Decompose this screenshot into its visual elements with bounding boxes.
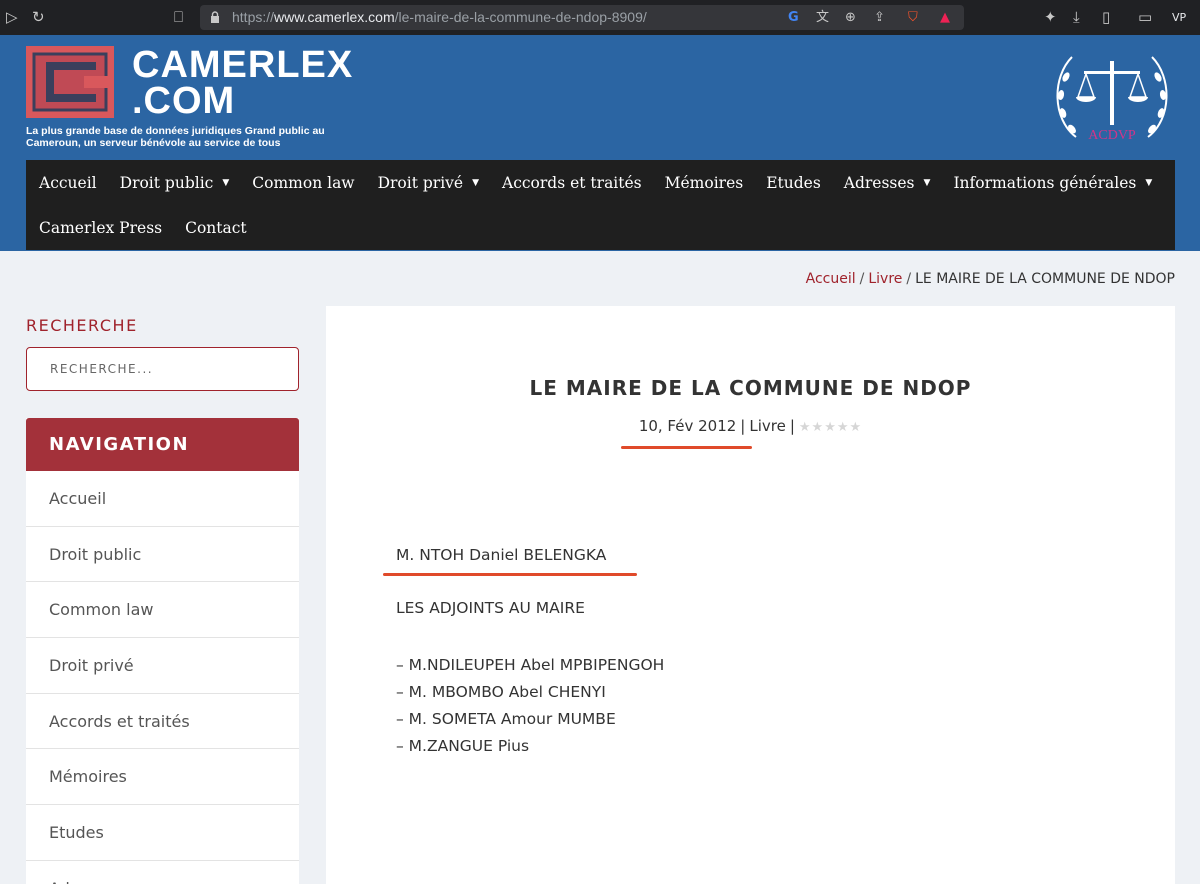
nav-row-2: Camerlex Press Contact xyxy=(26,205,257,250)
caret-down-icon[interactable]: ▼ xyxy=(924,178,931,188)
rating-stars[interactable]: ★★★★★ xyxy=(799,420,862,435)
deputies-heading: LES ADJOINTS AU MAIRE xyxy=(396,599,585,617)
search-input[interactable] xyxy=(26,347,299,391)
star-icon[interactable]: ★ xyxy=(850,420,863,435)
caret-down-icon[interactable]: ▼ xyxy=(1145,178,1152,188)
article-meta: 10, Fév 2012 | Livre | ★★★★★ xyxy=(638,417,863,435)
deputies-list: – M.NDILEUPEH Abel MPBIPENGOH – M. MBOMBO… xyxy=(396,652,664,760)
bookmark-icon[interactable]: ⎕ xyxy=(174,0,183,35)
sidebar-icon[interactable]: ▯ xyxy=(1102,0,1110,35)
annotation-underline-date xyxy=(621,446,752,449)
wallet-icon[interactable]: ▭ xyxy=(1138,0,1152,35)
mayor-name: M. NTOH Daniel BELENGKA xyxy=(396,546,607,564)
extensions-icon[interactable]: ✦ xyxy=(1044,0,1057,35)
main-navigation: Accueil Droit public ▼ Common law Droit priv… xyxy=(26,160,1175,250)
nav-item-camerlex-press[interactable]: Camerlex Press xyxy=(26,219,162,237)
sidebar-item-memoires[interactable]: Mémoires xyxy=(26,749,299,806)
scales-of-justice-seal-icon: ACDVP xyxy=(1056,56,1168,143)
play-icon[interactable]: ▷ xyxy=(6,0,18,35)
browser-toolbar: ▷ ↻ ⎕ https://www.camerlex.com/le-maire-… xyxy=(0,0,1200,35)
sidebar-nav-heading: NAVIGATION xyxy=(26,418,299,471)
google-icon[interactable]: G xyxy=(788,5,799,30)
site-tagline: La plus grande base de données juridique… xyxy=(26,125,325,149)
nav-item-droit-public[interactable]: Droit public ▼ xyxy=(107,174,230,192)
camerlex-logo-mark[interactable] xyxy=(26,46,114,118)
article-category-link[interactable]: Livre xyxy=(749,417,785,435)
site-logo-text[interactable]: CAMERLEX .COM xyxy=(132,46,353,120)
brave-rewards-icon[interactable]: ▲ xyxy=(940,5,950,30)
deputy-item: – M.ZANGUE Pius xyxy=(396,737,530,755)
nav-item-accords-et-traites[interactable]: Accords et traités xyxy=(489,174,642,192)
caret-down-icon[interactable]: ▼ xyxy=(222,178,229,188)
zoom-icon[interactable]: ⊕ xyxy=(845,5,856,30)
nav-item-adresses[interactable]: Adresses ▼ xyxy=(831,174,931,192)
translate-icon[interactable]: 文 xyxy=(816,5,829,30)
deputy-item: – M. SOMETA Amour MUMBE xyxy=(396,710,616,728)
nav-row-1: Accueil Droit public ▼ Common law Droit priv… xyxy=(26,160,1162,205)
article-date: 10, Fév 2012 xyxy=(638,417,737,435)
search-heading: RECHERCHE xyxy=(26,316,138,335)
nav-item-memoires[interactable]: Mémoires xyxy=(652,174,744,192)
nav-item-droit-prive[interactable]: Droit privé ▼ xyxy=(365,174,479,192)
reload-icon[interactable]: ↻ xyxy=(32,0,45,35)
article-title: LE MAIRE DE LA COMMUNE DE NDOP xyxy=(529,376,972,400)
annotation-underline-mayor xyxy=(383,573,637,576)
star-icon[interactable]: ★ xyxy=(799,420,812,435)
nav-item-contact[interactable]: Contact xyxy=(172,219,247,237)
nav-item-common-law[interactable]: Common law xyxy=(239,174,354,192)
deputy-item: – M. MBOMBO Abel CHENYI xyxy=(396,683,606,701)
sidebar-nav-list: Accueil Droit public Common law Droit privé… xyxy=(26,471,299,884)
search-widget: RECHERCHE xyxy=(26,306,299,402)
sidebar-item-droit-public[interactable]: Droit public xyxy=(26,527,299,583)
breadcrumb-current: LE MAIRE DE LA COMMUNE DE NDOP xyxy=(915,271,1175,287)
site-header: CAMERLEX .COM La plus grande base de don… xyxy=(0,35,1200,251)
share-icon[interactable]: ⇪ xyxy=(874,5,885,30)
star-icon[interactable]: ★ xyxy=(824,420,837,435)
address-bar[interactable]: https://www.camerlex.com/le-maire-de-la-… xyxy=(200,5,964,30)
deputy-item: – M.NDILEUPEH Abel MPBIPENGOH xyxy=(396,656,665,674)
sidebar-item-droit-prive[interactable]: Droit privé xyxy=(26,638,299,694)
breadcrumb-category-link[interactable]: Livre xyxy=(868,271,902,287)
nav-item-etudes[interactable]: Etudes xyxy=(753,174,821,192)
sidebar-item-common-law[interactable]: Common law xyxy=(26,582,299,639)
star-icon[interactable]: ★ xyxy=(812,420,825,435)
brave-shield-icon[interactable]: ⛉ xyxy=(908,5,918,30)
sidebar-item-adresses[interactable]: Adresses xyxy=(26,861,299,884)
sidebar-item-accords-et-traites[interactable]: Accords et traités xyxy=(26,694,299,750)
sidebar-item-etudes[interactable]: Etudes xyxy=(26,805,299,861)
vpn-button[interactable]: VP xyxy=(1172,0,1186,35)
star-icon[interactable]: ★ xyxy=(837,420,850,435)
lock-icon xyxy=(211,11,219,23)
download-icon[interactable]: ⤓ xyxy=(1073,0,1080,35)
nav-item-informations-generales[interactable]: Informations générales ▼ xyxy=(940,174,1152,192)
article-card: LE MAIRE DE LA COMMUNE DE NDOP 10, Fév 2… xyxy=(326,306,1175,884)
url-text: https://www.camerlex.com/le-maire-de-la-… xyxy=(232,9,647,25)
svg-text:ACDVP: ACDVP xyxy=(1088,128,1136,143)
caret-down-icon[interactable]: ▼ xyxy=(472,178,479,188)
breadcrumb-home-link[interactable]: Accueil xyxy=(806,271,856,287)
nav-item-accueil[interactable]: Accueil xyxy=(26,174,97,192)
sidebar-navigation: NAVIGATION Accueil Droit public Common law… xyxy=(26,418,299,884)
breadcrumb: Accueil / Livre / LE MAIRE DE LA COMMUNE DE … xyxy=(805,271,1175,287)
sidebar-item-accueil[interactable]: Accueil xyxy=(26,471,299,527)
